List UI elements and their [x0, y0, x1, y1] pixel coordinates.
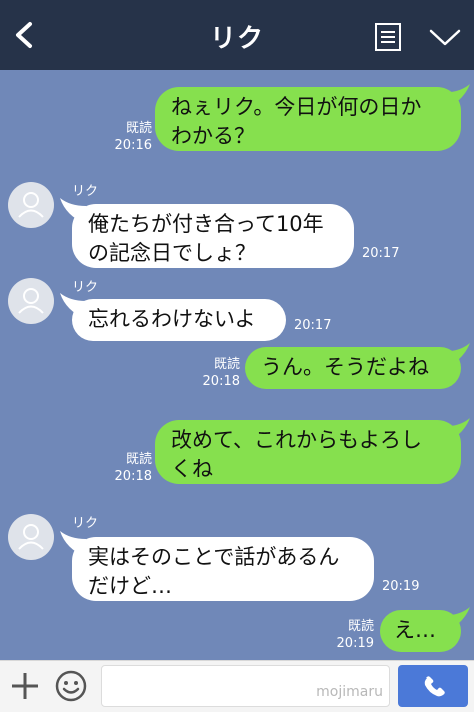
message-text-line: くね — [171, 457, 213, 481]
message-time: 20:19 — [382, 579, 420, 594]
message-bubble[interactable]: ねぇリク。今日が何の日か わかる？ — [155, 87, 461, 151]
message-text-line: え… — [394, 618, 436, 642]
sender-name: リク — [72, 516, 99, 531]
message-text-line: 忘れるわけないよ — [88, 307, 256, 331]
sender-name: リク — [72, 184, 99, 199]
emoji-icon[interactable] — [54, 669, 88, 703]
message-bubble[interactable]: え… — [380, 610, 461, 652]
message-text-line: の記念日でしょ？ — [88, 241, 256, 265]
message-time: 20:18 — [114, 469, 152, 484]
chat-title: リク — [209, 24, 264, 54]
message-text-line: ねぇリク。今日が何の日か — [171, 95, 422, 119]
message-bubble[interactable]: 忘れるわけないよ — [72, 299, 286, 341]
message-text-line: 改めて、これからもよろし — [171, 428, 422, 452]
message-input[interactable]: mojimaru — [101, 665, 390, 707]
message-text-line: だけど… — [88, 574, 172, 598]
message-time: 20:19 — [336, 636, 374, 651]
message-text-line: 俺たちが付き合って10年 — [88, 212, 324, 236]
message-bubble[interactable]: 俺たちが付き合って10年 の記念日でしょ？ — [72, 204, 354, 268]
message-time: 20:18 — [202, 374, 240, 389]
message-text-line: わかる？ — [171, 124, 255, 148]
read-receipt: 既読 — [347, 619, 374, 634]
chevron-down-icon[interactable] — [428, 26, 462, 48]
read-receipt: 既読 — [213, 357, 240, 372]
message-text-line: うん。そうだよね — [261, 355, 429, 379]
read-receipt: 既読 — [125, 121, 152, 136]
phone-icon — [424, 676, 445, 697]
plus-icon[interactable] — [10, 671, 40, 701]
message-time: 20:17 — [294, 318, 332, 333]
avatar[interactable] — [8, 514, 54, 560]
chat-header: リク — [0, 0, 474, 70]
message-time: 20:16 — [114, 138, 152, 153]
message-bubble[interactable]: うん。そうだよね — [245, 347, 461, 389]
message-list[interactable]: 既読 20:16 ねぇリク。今日が何の日か わかる？ リク 俺たちが付き合って1… — [0, 70, 474, 660]
watermark: mojimaru — [316, 684, 383, 700]
message-bubble[interactable]: 改めて、これからもよろし くね — [155, 420, 461, 484]
read-receipt: 既読 — [125, 452, 152, 467]
user-icon — [18, 288, 44, 314]
message-bubble[interactable]: 実はそのことで話があるん だけど… — [72, 537, 374, 601]
user-icon — [18, 524, 44, 550]
chat-input-bar: mojimaru — [0, 660, 474, 712]
message-text-line: 実はそのことで話があるん — [88, 545, 340, 569]
avatar[interactable] — [8, 278, 54, 324]
notes-icon[interactable] — [374, 22, 402, 52]
call-button[interactable] — [398, 665, 468, 707]
user-icon — [18, 192, 44, 218]
avatar[interactable] — [8, 182, 54, 228]
message-time: 20:17 — [362, 246, 400, 261]
